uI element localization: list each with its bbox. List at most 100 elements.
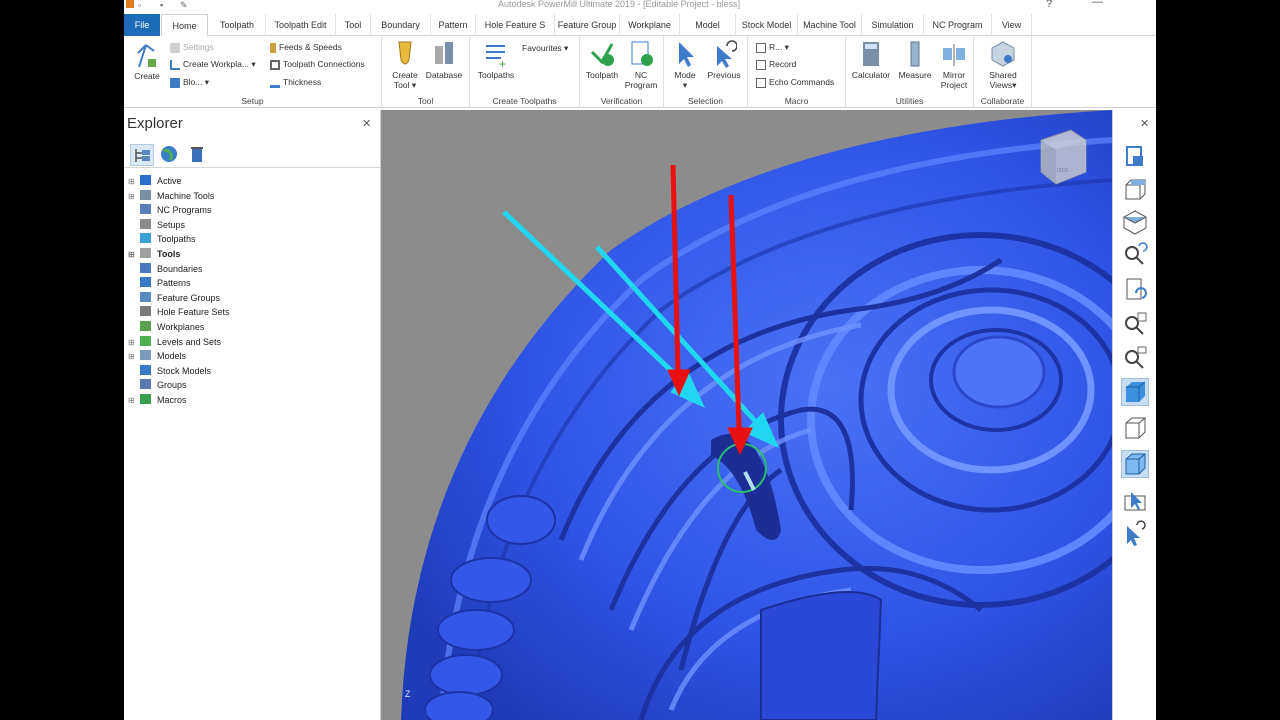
expand-icon[interactable]: ⊞ xyxy=(128,336,137,350)
block-icon xyxy=(170,77,180,88)
run-macro-icon xyxy=(756,42,766,53)
folder-icon xyxy=(140,379,151,390)
group-utilities: Calculator Measure Mirror Project Utiliti… xyxy=(846,36,974,108)
zoom-to-fit-icon[interactable] xyxy=(1121,310,1149,338)
expand-icon[interactable]: ⊞ xyxy=(128,394,137,408)
tree-item-label: Feature Groups xyxy=(157,292,221,303)
tab-boundary[interactable]: Boundary xyxy=(371,14,431,36)
toolpaths-button[interactable]: + Toolpaths xyxy=(474,40,518,80)
shaded-view-icon[interactable] xyxy=(1121,378,1149,406)
tab-model[interactable]: Model xyxy=(680,14,736,36)
tab-hole-feature-sets[interactable]: Hole Feature S xyxy=(476,14,555,36)
shaded-wireframe-view-icon[interactable] xyxy=(1121,450,1149,478)
iso-view-icon[interactable] xyxy=(1121,176,1149,204)
verify-toolpath-button[interactable]: Toolpath xyxy=(583,40,621,80)
record-macro-button[interactable]: Record xyxy=(756,58,796,72)
tree-item-feature-groups[interactable]: Feature Groups xyxy=(128,291,220,305)
verify-toolpath-icon xyxy=(590,43,614,66)
echo-commands-button[interactable]: Echo Commands xyxy=(756,76,834,90)
tree-item-machine-tools[interactable]: ⊞ Machine Tools xyxy=(128,189,214,203)
help-icon[interactable]: ? xyxy=(1046,0,1052,10)
tree-item-label: Boundaries xyxy=(157,263,203,274)
select-mode-icon[interactable] xyxy=(1121,488,1149,516)
tree-item-hole-feature-sets[interactable]: Hole Feature Sets xyxy=(128,305,230,319)
tab-tool[interactable]: Tool xyxy=(336,14,371,36)
svg-text:+: + xyxy=(499,57,506,68)
tab-feature-group[interactable]: Feature Group xyxy=(555,14,620,36)
expand-icon[interactable]: ⊞ xyxy=(128,190,137,204)
tree-item-levels-and-sets[interactable]: ⊞ Levels and Sets xyxy=(128,335,221,349)
tab-simulation[interactable]: Simulation xyxy=(862,14,924,36)
create-setup-button[interactable]: Create xyxy=(132,41,162,81)
tab-workplane[interactable]: Workplane xyxy=(620,14,680,36)
view-from-top-icon[interactable] xyxy=(1121,142,1149,170)
shared-views-button[interactable]: Shared Views▾ xyxy=(982,40,1024,90)
verify-nc-program-icon xyxy=(631,41,653,66)
mirror-project-button[interactable]: Mirror Project xyxy=(936,40,972,90)
graphics-viewport[interactable]: ISO1 Z xyxy=(381,110,1112,720)
tree-item-active[interactable]: ⊞ Active xyxy=(128,174,182,188)
expand-icon[interactable]: ⊞ xyxy=(128,175,137,189)
tab-nc-program[interactable]: NC Program xyxy=(924,14,992,36)
select-previous-icon[interactable] xyxy=(1121,520,1149,548)
favourites-button[interactable]: Favourites ▾ xyxy=(522,42,568,56)
settings-button[interactable]: Settings xyxy=(170,41,214,55)
tab-toolpath[interactable]: Toolpath xyxy=(209,14,266,36)
toolpath-connections-button[interactable]: Toolpath Connections xyxy=(270,58,365,72)
refresh-view-icon[interactable] xyxy=(1121,276,1149,304)
tree-item-groups[interactable]: Groups xyxy=(128,378,187,392)
tree-item-tools[interactable]: ⊞ Tools xyxy=(128,247,180,261)
edit-icon[interactable]: ✎ xyxy=(180,0,188,11)
iso-cube-icon[interactable] xyxy=(1121,208,1149,236)
tree-view-icon[interactable] xyxy=(130,144,154,166)
tree-item-setups[interactable]: Setups xyxy=(128,218,185,232)
tree-item-stock-models[interactable]: Stock Models xyxy=(128,364,211,378)
tree-item-toolpaths[interactable]: Toolpaths xyxy=(128,232,196,246)
tree-item-boundaries[interactable]: Boundaries xyxy=(128,262,203,276)
minimize-icon[interactable]: — xyxy=(1092,0,1103,8)
block-button[interactable]: Blo... ▾ xyxy=(170,76,209,90)
tree-item-workplanes[interactable]: Workplanes xyxy=(128,320,204,334)
run-macro-button[interactable]: R... ▾ xyxy=(756,41,789,55)
create-toolpaths-group-label: Create Toolpaths xyxy=(492,96,557,106)
tab-stock-model[interactable]: Stock Model xyxy=(736,14,798,36)
explorer-close-icon[interactable]: ✕ xyxy=(362,117,371,130)
selection-mode-button[interactable]: Mode ▾ xyxy=(670,40,700,90)
verify-nc-program-button[interactable]: NC Program xyxy=(622,40,660,90)
tab-view[interactable]: View xyxy=(992,14,1032,36)
expand-icon[interactable]: ⊞ xyxy=(128,350,137,364)
create-tool-button[interactable]: Create Tool ▾ xyxy=(388,40,422,90)
zoom-reset-icon[interactable] xyxy=(1121,242,1149,270)
model-view[interactable]: ISO1 xyxy=(381,110,1112,720)
ribbon: Create Settings Create Workpla... ▾ Blo.… xyxy=(124,36,1156,108)
globe-icon[interactable] xyxy=(158,144,182,166)
save-icon[interactable]: ▪ xyxy=(160,0,163,10)
tree-item-nc-programs[interactable]: NC Programs xyxy=(128,203,212,217)
recycle-bin-icon[interactable] xyxy=(186,144,210,166)
tab-file[interactable]: File xyxy=(124,14,160,36)
expand-icon[interactable]: ⊞ xyxy=(128,248,137,262)
calculator-button[interactable]: Calculator xyxy=(850,40,892,80)
tree-item-models[interactable]: ⊞ Models xyxy=(128,349,186,363)
tab-machine-tool[interactable]: Machine Tool xyxy=(798,14,862,36)
create-workplane-button[interactable]: Create Workpla... ▾ xyxy=(170,58,256,72)
tab-pattern[interactable]: Pattern xyxy=(431,14,476,36)
selection-previous-button[interactable]: Previous xyxy=(704,40,744,80)
previous-selection-icon xyxy=(717,40,737,68)
group-setup: Create Settings Create Workpla... ▾ Blo.… xyxy=(124,36,382,108)
zoom-box-icon[interactable] xyxy=(1121,344,1149,372)
wireframe-view-icon[interactable] xyxy=(1121,414,1149,442)
tree-item-label: Levels and Sets xyxy=(157,336,222,347)
tool-database-button[interactable]: Database xyxy=(424,40,464,80)
tree-item-patterns[interactable]: Patterns xyxy=(128,276,191,290)
new-file-icon[interactable]: ▫ xyxy=(138,0,141,10)
title-bar: ▫ ▪ ✎ Autodesk PowerMill Ultimate 2019 -… xyxy=(124,0,1156,12)
thickness-button[interactable]: Thickness xyxy=(270,76,321,90)
feeds-speeds-button[interactable]: Feeds & Speeds xyxy=(270,41,342,55)
view-toolbar-close-icon[interactable]: ✕ xyxy=(1140,117,1149,130)
echo-commands-icon xyxy=(756,77,766,88)
tab-toolpath-edit[interactable]: Toolpath Edit xyxy=(266,14,336,36)
tree-item-macros[interactable]: ⊞ Macros xyxy=(128,393,187,407)
measure-button[interactable]: Measure xyxy=(896,40,934,80)
tab-home[interactable]: Home xyxy=(161,14,208,36)
